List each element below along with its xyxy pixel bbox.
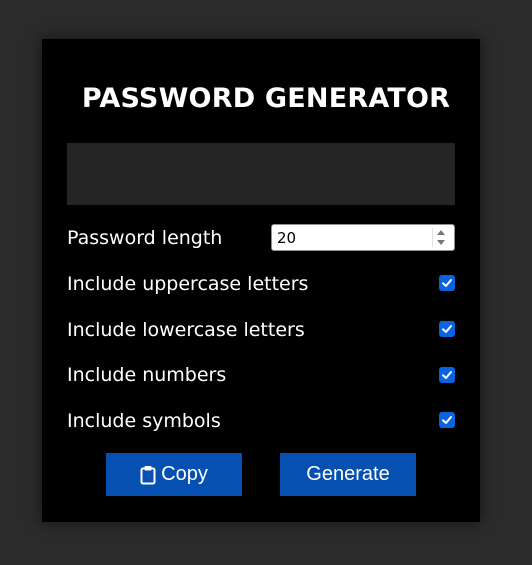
uppercase-label: Include uppercase letters	[67, 273, 309, 295]
checkmark-icon	[442, 416, 452, 424]
uppercase-checkbox[interactable]	[439, 275, 455, 291]
password-length-input[interactable]: 20	[271, 224, 455, 251]
lowercase-checkbox[interactable]	[439, 321, 455, 337]
generate-button-label: Generate	[306, 463, 390, 485]
spin-down-icon[interactable]	[437, 240, 445, 245]
checkmark-icon	[442, 325, 452, 333]
app-title: PASSWORD GENERATOR	[81, 83, 451, 114]
copy-button[interactable]: Copy	[106, 453, 242, 496]
copy-button-label: Copy	[161, 463, 208, 485]
numbers-checkbox[interactable]	[439, 367, 455, 383]
numbers-label: Include numbers	[67, 364, 227, 386]
checkmark-icon	[442, 279, 452, 287]
lowercase-label: Include lowercase letters	[67, 319, 305, 341]
password-length-value: 20	[277, 229, 297, 247]
password-output[interactable]	[67, 143, 455, 205]
password-length-label: Password length	[67, 227, 223, 249]
spin-up-icon[interactable]	[437, 230, 445, 235]
clipboard-icon	[140, 465, 156, 484]
symbols-checkbox[interactable]	[439, 412, 455, 428]
symbols-label: Include symbols	[67, 410, 221, 432]
generate-button[interactable]: Generate	[280, 453, 416, 496]
checkmark-icon	[442, 371, 452, 379]
length-spinner[interactable]	[432, 228, 450, 247]
